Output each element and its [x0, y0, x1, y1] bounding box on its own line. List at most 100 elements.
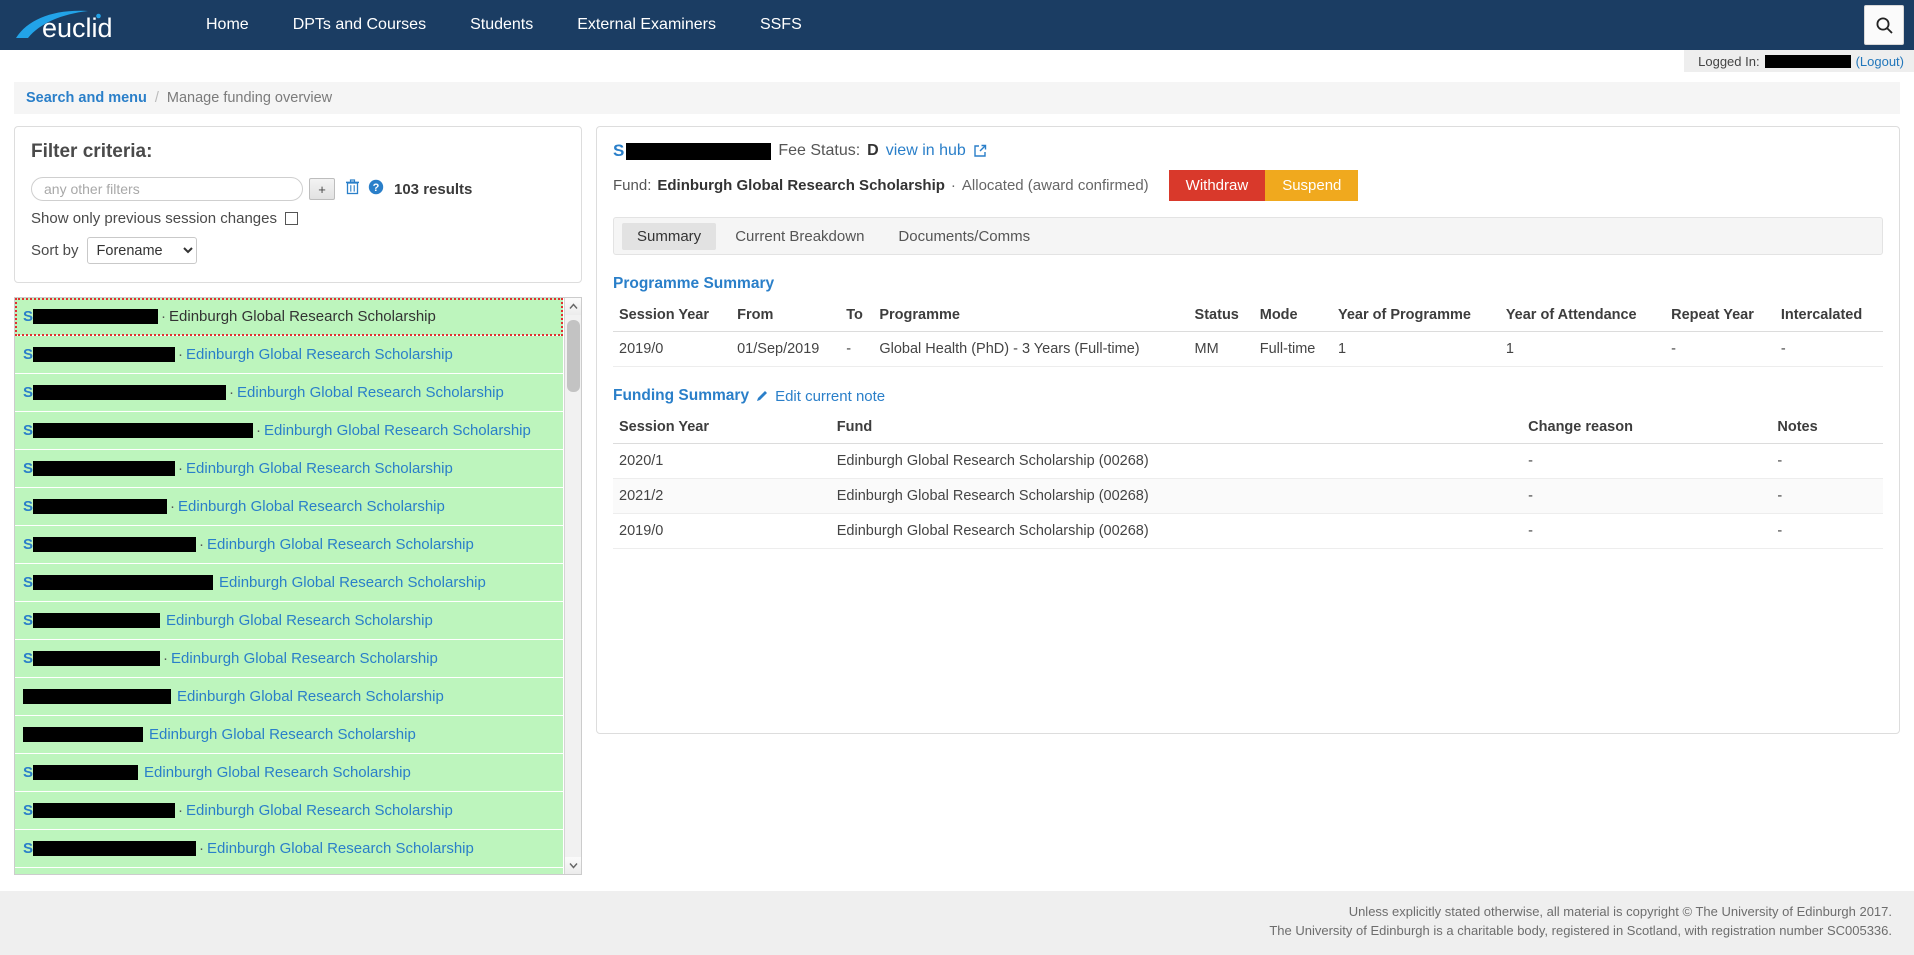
- result-item-fund-link[interactable]: Edinburgh Global Research Scholarship: [166, 612, 433, 629]
- fee-status-label: Fee Status:: [778, 142, 860, 160]
- result-item-fund-link[interactable]: Edinburgh Global Research Scholarship: [207, 536, 474, 553]
- result-item-initial: S: [23, 802, 33, 819]
- sort-by-select[interactable]: Forename: [87, 237, 197, 264]
- funding-summary-cell: 2019/0: [613, 514, 831, 549]
- result-item-initial: S: [23, 422, 33, 439]
- results-count: 103 results: [394, 181, 472, 198]
- result-list-item[interactable]: S·Edinburgh Global Research Scholarship: [15, 488, 563, 526]
- result-item-name-redacted: [33, 613, 160, 628]
- fund-action-buttons: Withdraw Suspend: [1169, 170, 1359, 201]
- funding-summary-cell: -: [1522, 514, 1771, 549]
- programme-summary-column-header: Status: [1189, 301, 1254, 332]
- result-item-fund-link[interactable]: Edinburgh Global Research Scholarship: [207, 840, 474, 857]
- footer-line-2: The University of Edinburgh is a charita…: [0, 922, 1892, 941]
- breadcrumb-search-and-menu[interactable]: Search and menu: [26, 90, 147, 106]
- result-list-item[interactable]: SEdinburgh Global Research Scholarship: [15, 602, 563, 640]
- result-item-fund-link[interactable]: Edinburgh Global Research Scholarship: [171, 650, 438, 667]
- nav-link-ssfs[interactable]: SSFS: [738, 0, 824, 50]
- scrollbar-up-arrow[interactable]: [565, 298, 581, 315]
- programme-summary-column-header: Programme: [873, 301, 1188, 332]
- help-icon: ?: [368, 179, 384, 195]
- result-item-fund-link[interactable]: Edinburgh Global Research Scholarship: [178, 498, 445, 515]
- previous-session-changes-row: Show only previous session changes: [31, 210, 565, 227]
- programme-summary-cell: -: [1665, 332, 1775, 367]
- programme-summary-cell: 1: [1332, 332, 1500, 367]
- external-link-icon[interactable]: [973, 144, 987, 158]
- result-list-item[interactable]: S·Edinburgh Global Research Scholarship: [15, 640, 563, 678]
- result-item-separator: ·: [178, 802, 183, 819]
- delete-filters-button[interactable]: [345, 179, 360, 199]
- nav-link-students[interactable]: Students: [448, 0, 555, 50]
- top-navigation-bar: euclid Home DPTs and Courses Students Ex…: [0, 0, 1914, 50]
- result-list-item[interactable]: S·Edinburgh Global Research Scholarship: [15, 868, 563, 874]
- result-list-item[interactable]: S·Edinburgh Global Research Scholarship: [15, 336, 563, 374]
- edit-current-note-link[interactable]: Edit current note: [775, 388, 885, 405]
- result-list-item[interactable]: S·Edinburgh Global Research Scholarship: [15, 526, 563, 564]
- table-row: 2019/001/Sep/2019-Global Health (PhD) - …: [613, 332, 1883, 367]
- result-item-fund-link[interactable]: Edinburgh Global Research Scholarship: [186, 802, 453, 819]
- funding-summary-column-header: Change reason: [1522, 413, 1771, 444]
- results-list[interactable]: S·Edinburgh Global Research ScholarshipS…: [15, 298, 581, 874]
- result-item-name-redacted: [33, 347, 175, 362]
- student-header-row: S Fee Status: D view in hub: [613, 141, 1883, 161]
- nav-link-home[interactable]: Home: [184, 0, 271, 50]
- add-filter-button[interactable]: +: [309, 178, 335, 200]
- result-item-fund-link[interactable]: Edinburgh Global Research Scholarship: [144, 764, 411, 781]
- scrollbar-down-arrow[interactable]: [565, 857, 581, 874]
- logout-link[interactable]: (Logout): [1856, 54, 1904, 69]
- funding-summary-cell: -: [1522, 479, 1771, 514]
- result-list-item[interactable]: S·Edinburgh Global Research Scholarship: [15, 830, 563, 868]
- programme-summary-column-header: Intercalated: [1775, 301, 1883, 332]
- result-item-fund-link[interactable]: Edinburgh Global Research Scholarship: [177, 688, 444, 705]
- result-list-item[interactable]: S·Edinburgh Global Research Scholarship: [15, 450, 563, 488]
- result-list-item[interactable]: SEdinburgh Global Research Scholarship: [15, 564, 563, 602]
- result-item-fund-link[interactable]: Edinburgh Global Research Scholarship: [237, 384, 504, 401]
- result-item-fund-link[interactable]: Edinburgh Global Research Scholarship: [186, 460, 453, 477]
- page-body: Filter criteria: + ?: [0, 114, 1914, 875]
- tab-documents-comms[interactable]: Documents/Comms: [883, 223, 1045, 250]
- euclid-logo[interactable]: euclid: [14, 5, 136, 45]
- nav-link-external-examiners[interactable]: External Examiners: [555, 0, 738, 50]
- result-item-name-redacted: [33, 499, 167, 514]
- funding-summary-table: Session YearFundChange reasonNotes 2020/…: [613, 413, 1883, 549]
- result-item-fund-link[interactable]: Edinburgh Global Research Scholarship: [149, 726, 416, 743]
- result-item-initial: S: [23, 384, 33, 401]
- results-scrollbar[interactable]: [564, 298, 581, 874]
- result-item-name-redacted: [33, 461, 175, 476]
- result-item-fund-link[interactable]: Edinburgh Global Research Scholarship: [169, 308, 436, 325]
- result-list-item[interactable]: S·Edinburgh Global Research Scholarship: [15, 298, 563, 336]
- pencil-icon[interactable]: [755, 389, 769, 403]
- result-list-item[interactable]: Edinburgh Global Research Scholarship: [15, 678, 563, 716]
- programme-summary-cell: MM: [1189, 332, 1254, 367]
- funding-summary-column-header: Notes: [1771, 413, 1883, 444]
- result-list-item[interactable]: S·Edinburgh Global Research Scholarship: [15, 412, 563, 450]
- tab-current-breakdown[interactable]: Current Breakdown: [720, 223, 879, 250]
- previous-session-changes-checkbox[interactable]: [285, 212, 298, 225]
- filter-input-row: + ? 103 results: [31, 177, 565, 201]
- suspend-button[interactable]: Suspend: [1265, 170, 1358, 201]
- result-item-fund-link[interactable]: Edinburgh Global Research Scholarship: [186, 346, 453, 363]
- tab-summary[interactable]: Summary: [622, 223, 716, 250]
- view-in-hub-link[interactable]: view in hub: [886, 142, 966, 160]
- programme-summary-cell: -: [840, 332, 873, 367]
- funding-summary-cell: Edinburgh Global Research Scholarship (0…: [831, 444, 1522, 479]
- scrollbar-thumb[interactable]: [567, 320, 580, 392]
- result-item-name-redacted: [23, 689, 171, 704]
- withdraw-button[interactable]: Withdraw: [1169, 170, 1266, 201]
- fund-name: Edinburgh Global Research Scholarship: [657, 177, 945, 194]
- result-item-initial: S: [23, 498, 33, 515]
- result-list-item[interactable]: Edinburgh Global Research Scholarship: [15, 716, 563, 754]
- result-list-item[interactable]: S·Edinburgh Global Research Scholarship: [15, 374, 563, 412]
- result-list-item[interactable]: S ·Edinburgh Global Research Scholarship: [15, 792, 563, 830]
- filter-input[interactable]: [31, 177, 303, 201]
- nav-link-dpts-and-courses[interactable]: DPTs and Courses: [271, 0, 448, 50]
- funding-summary-label: Funding Summary: [613, 387, 749, 405]
- result-item-fund-link[interactable]: Edinburgh Global Research Scholarship: [219, 574, 486, 591]
- result-item-fund-link[interactable]: Edinburgh Global Research Scholarship: [264, 422, 531, 439]
- search-button[interactable]: [1864, 5, 1904, 45]
- result-item-separator: ·: [178, 346, 183, 363]
- right-column: S Fee Status: D view in hub Fund: Edinbu…: [596, 126, 1900, 734]
- programme-summary-cell: 1: [1500, 332, 1665, 367]
- result-list-item[interactable]: SEdinburgh Global Research Scholarship: [15, 754, 563, 792]
- help-button[interactable]: ?: [368, 179, 384, 199]
